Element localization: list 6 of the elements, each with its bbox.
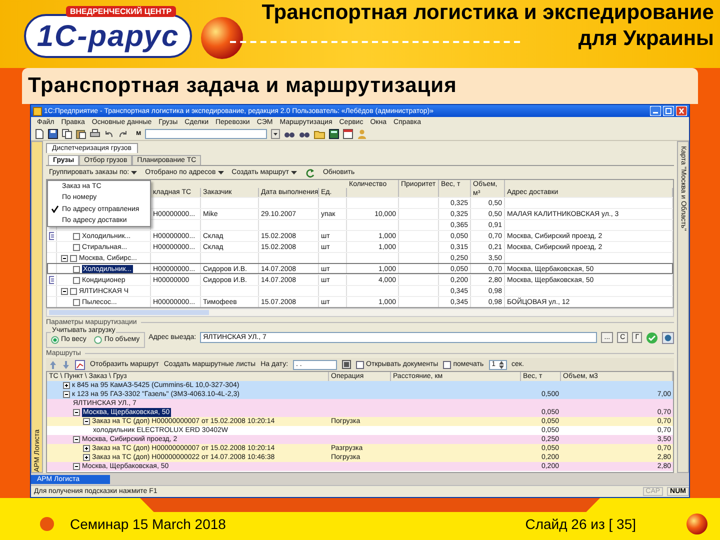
slide-title: Транспортная логистика и экспедирование для Украины [260,0,714,52]
logo-caption: ВНЕДРЕНЧЕСКИЙ ЦЕНТР [66,6,176,17]
seminar-date: Семинар 15 March 2018 [70,516,226,532]
logo-wordmark: 1С-рарус [36,19,180,55]
slide-subtitle: Транспортная задача и маршрутизация [22,68,698,104]
slide-number: Слайд 26 из [ 35] [525,516,636,532]
